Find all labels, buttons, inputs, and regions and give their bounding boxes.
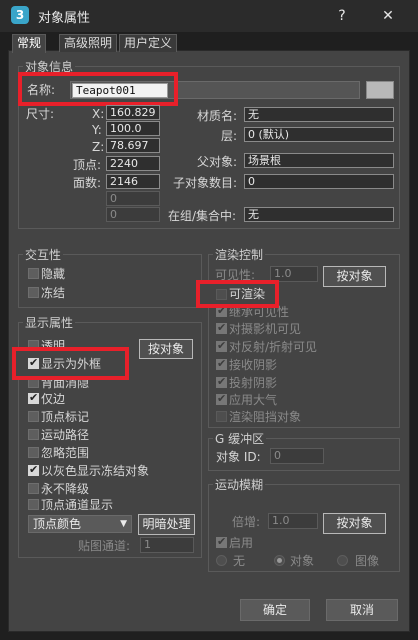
app-icon: 3 xyxy=(11,6,29,24)
blur-enabled-checkbox[interactable] xyxy=(216,535,227,548)
parent-label: 父对象: xyxy=(197,155,238,169)
gray-frozen-checkbox[interactable] xyxy=(28,463,39,476)
visible-camera-label: 对摄影机可见 xyxy=(229,322,302,336)
y-label: Y: xyxy=(92,123,102,137)
blur-none-label: 无 xyxy=(233,554,246,568)
object-id-label: 对象 ID: xyxy=(216,450,261,464)
x-label: X: xyxy=(92,107,105,121)
tab-user-defined[interactable]: 用户定义 xyxy=(119,34,178,52)
freeze-checkbox[interactable] xyxy=(28,287,39,298)
hide-checkbox[interactable] xyxy=(28,268,39,279)
object-color-swatch[interactable] xyxy=(366,81,394,99)
renderable-checkbox[interactable] xyxy=(216,289,227,300)
dimensions-label: 尺寸: xyxy=(26,107,55,121)
never-degrade-label: 永不降级 xyxy=(41,482,90,496)
render-by-object-button[interactable]: 按对象 xyxy=(323,266,386,287)
cast-shadows-checkbox[interactable] xyxy=(216,375,227,388)
edges-only-label: 仅边 xyxy=(41,392,66,406)
blur-image-radio[interactable] xyxy=(337,555,348,566)
group-label: 在组/集合中: xyxy=(168,209,237,223)
see-through-checkbox[interactable] xyxy=(28,447,39,458)
see-through-label: 忽略范围 xyxy=(41,446,90,460)
layer-field: 0 (默认) xyxy=(244,127,394,142)
visible-reflect-label: 对反射/折射可见 xyxy=(229,340,318,354)
blur-object-label: 对象 xyxy=(290,554,315,568)
chevron-down-icon: ▼ xyxy=(120,519,127,529)
name-highlight-box xyxy=(18,72,178,106)
multiplier-label: 倍增: xyxy=(232,515,261,529)
tab-general[interactable]: 常规 xyxy=(12,34,47,53)
freeze-label: 冻结 xyxy=(41,286,66,300)
visible-camera-checkbox[interactable] xyxy=(216,321,227,334)
ok-button[interactable]: 确定 xyxy=(240,599,310,621)
parent-field: 场景根 xyxy=(244,153,394,168)
display-as-box-checkbox[interactable] xyxy=(28,356,39,369)
blur-object-radio[interactable] xyxy=(274,555,285,566)
vertex-ticks-label: 顶点标记 xyxy=(41,410,90,424)
blur-none-radio[interactable] xyxy=(216,555,227,566)
trajectory-label: 运动路径 xyxy=(41,428,90,442)
apply-atmos-checkbox[interactable] xyxy=(216,392,227,405)
children-field: 0 xyxy=(244,174,394,189)
vertex-color-dropdown[interactable]: 顶点颜色 ▼ xyxy=(28,515,132,533)
vertex-color-value: 顶点颜色 xyxy=(33,517,82,531)
window-title: 对象属性 xyxy=(38,11,91,26)
cancel-button[interactable]: 取消 xyxy=(326,599,398,621)
edges-only-checkbox[interactable] xyxy=(28,391,39,404)
object-id-field[interactable]: 0 xyxy=(270,448,324,464)
faces-label: 面数: xyxy=(73,176,102,190)
vertices-label: 顶点: xyxy=(73,158,102,172)
gbuffer-title: G 缓冲区 xyxy=(213,432,267,446)
shaded-button[interactable]: 明暗处理 xyxy=(138,514,195,535)
close-icon[interactable]: ✕ xyxy=(374,4,402,28)
render-occluded-checkbox[interactable] xyxy=(216,411,227,422)
vertex-channel-label: 顶点通道显示 xyxy=(41,498,114,512)
map-channel-field: 1 xyxy=(140,537,194,553)
blur-enabled-label: 启用 xyxy=(229,536,254,550)
receive-shadows-checkbox[interactable] xyxy=(216,357,227,370)
x-field: 160.829 xyxy=(106,105,160,120)
multiplier-field: 1.0 xyxy=(268,513,318,529)
cast-shadows-label: 投射阴影 xyxy=(229,376,278,390)
never-degrade-checkbox[interactable] xyxy=(28,483,39,494)
vertex-ticks-checkbox[interactable] xyxy=(28,411,39,422)
hide-label: 隐藏 xyxy=(41,267,66,281)
layer-label: 层: xyxy=(221,129,238,143)
vertex-channel-checkbox[interactable] xyxy=(28,499,39,510)
render-control-title: 渲染控制 xyxy=(213,248,266,262)
renderable-label: 可渲染 xyxy=(229,287,266,301)
z-label: Z: xyxy=(92,140,105,154)
blur-by-object-button[interactable]: 按对象 xyxy=(323,513,386,534)
visible-reflect-checkbox[interactable] xyxy=(216,339,227,352)
display-as-box-label: 显示为外框 xyxy=(41,357,102,371)
render-occluded-label: 渲染阻挡对象 xyxy=(229,410,302,424)
group-field: 无 xyxy=(244,207,394,222)
blur-image-label: 图像 xyxy=(355,554,380,568)
material-label: 材质名: xyxy=(197,109,238,123)
display-props-title: 显示属性 xyxy=(23,316,76,330)
children-label: 子对象数目: xyxy=(173,176,238,190)
trajectory-checkbox[interactable] xyxy=(28,429,39,440)
tab-advanced-lighting[interactable]: 高级照明 xyxy=(59,34,118,52)
faces-field: 2146 xyxy=(106,174,160,189)
display-by-object-button[interactable]: 按对象 xyxy=(139,339,193,359)
receive-shadows-label: 接收阴影 xyxy=(229,358,278,372)
vertices-field: 2240 xyxy=(106,156,160,171)
apply-atmos-label: 应用大气 xyxy=(229,393,278,407)
interaction-title: 交互性 xyxy=(23,248,64,262)
motion-blur-title: 运动模糊 xyxy=(213,478,266,492)
gray-frozen-label: 以灰色显示冻结对象 xyxy=(41,464,150,478)
extra-field-2: 0 xyxy=(106,207,160,222)
help-button[interactable]: ? xyxy=(328,4,356,28)
extra-field-1: 0 xyxy=(106,191,160,206)
y-field: 100.0 xyxy=(106,121,160,136)
z-field: 78.697 xyxy=(106,138,160,153)
map-channel-label: 贴图通道: xyxy=(78,539,131,553)
material-field: 无 xyxy=(244,107,394,122)
